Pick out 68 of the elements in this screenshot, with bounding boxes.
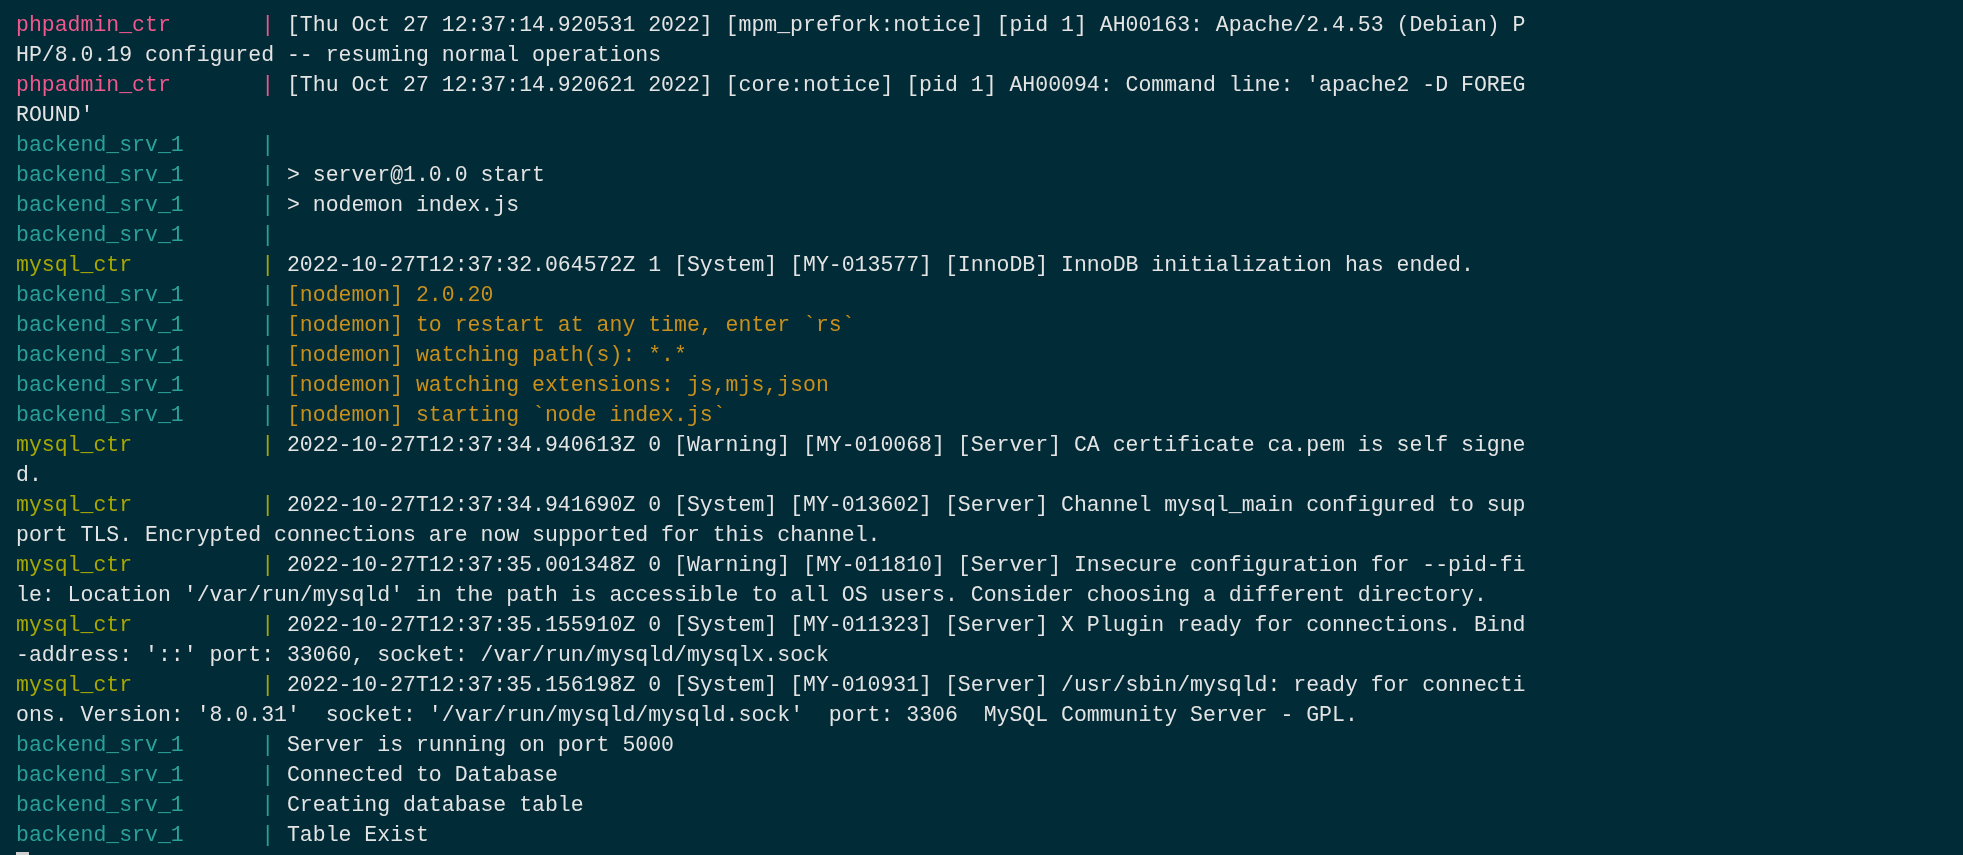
separator-glyph: | bbox=[261, 732, 276, 759]
separator-glyph: | bbox=[261, 432, 276, 459]
container-name: mysql_ctr bbox=[16, 432, 134, 459]
container-name: backend_srv_1 bbox=[16, 372, 185, 399]
log-message: 2022-10-27T12:37:32.064572Z 1 [System] [MY-013577] [InnoDB] InnoDB initialization has ended. bbox=[286, 252, 1474, 279]
separator-glyph: | bbox=[261, 222, 276, 249]
log-message-continuation: le: Location '/var/run/mysqld' in the path is accessible to all OS users. Consider choosing a different directory. bbox=[16, 582, 1488, 609]
container-name: backend_srv_1 bbox=[16, 282, 185, 309]
container-name: backend_srv_1 bbox=[16, 402, 185, 429]
container-name: mysql_ctr bbox=[16, 672, 134, 699]
separator-glyph: | bbox=[261, 552, 276, 579]
separator-glyph: | bbox=[261, 252, 276, 279]
container-name: backend_srv_1 bbox=[16, 222, 185, 249]
log-message-continuation: ons. Version: '8.0.31' socket: '/var/run/mysqld/mysqld.sock' port: 3306 MySQL Community Server - GPL. bbox=[16, 702, 1359, 729]
separator-glyph: | bbox=[261, 192, 276, 219]
log-message: 2022-10-27T12:37:35.155910Z 0 [System] [MY-011323] [Server] X Plugin ready for connections. Bind bbox=[286, 612, 1526, 639]
separator-glyph: | bbox=[261, 282, 276, 309]
log-message: [nodemon] to restart at any time, enter `rs` bbox=[286, 312, 855, 339]
container-name: backend_srv_1 bbox=[16, 192, 185, 219]
log-message-continuation: -address: '::' port: 33060, socket: /var/run/mysqld/mysqlx.sock bbox=[16, 642, 830, 669]
log-message: Table Exist bbox=[286, 822, 429, 849]
separator-glyph: | bbox=[261, 372, 276, 399]
container-name: backend_srv_1 bbox=[16, 132, 185, 159]
container-name: backend_srv_1 bbox=[16, 312, 185, 339]
log-message: [nodemon] 2.0.20 bbox=[286, 282, 494, 309]
log-message: [nodemon] watching extensions: js,mjs,json bbox=[286, 372, 829, 399]
container-name: backend_srv_1 bbox=[16, 732, 185, 759]
separator-glyph: | bbox=[261, 402, 276, 429]
container-name: mysql_ctr bbox=[16, 612, 134, 639]
log-message-continuation: HP/8.0.19 configured -- resuming normal operations bbox=[16, 42, 663, 69]
separator-glyph: | bbox=[261, 822, 276, 849]
container-name: mysql_ctr bbox=[16, 252, 134, 279]
log-message: 2022-10-27T12:37:34.941690Z 0 [System] [MY-013602] [Server] Channel mysql_main configured to sup bbox=[286, 492, 1526, 519]
separator-glyph: | bbox=[261, 492, 276, 519]
separator-glyph: | bbox=[261, 612, 276, 639]
separator-glyph: | bbox=[261, 342, 276, 369]
container-name: backend_srv_1 bbox=[16, 822, 185, 849]
separator-glyph: | bbox=[261, 672, 276, 699]
separator-glyph: | bbox=[261, 762, 276, 789]
log-message: [nodemon] starting `node index.js` bbox=[286, 402, 726, 429]
separator-glyph: | bbox=[261, 72, 276, 99]
log-message: 2022-10-27T12:37:34.940613Z 0 [Warning] [MY-010068] [Server] CA certificate ca.pem is self signe bbox=[286, 432, 1526, 459]
log-message-continuation: ROUND' bbox=[16, 102, 95, 129]
container-name: mysql_ctr bbox=[16, 552, 134, 579]
log-message-continuation: d. bbox=[16, 462, 43, 489]
log-message: Connected to Database bbox=[286, 762, 558, 789]
separator-glyph: | bbox=[261, 12, 276, 39]
container-name: backend_srv_1 bbox=[16, 342, 185, 369]
log-message: 2022-10-27T12:37:35.156198Z 0 [System] [MY-010931] [Server] /usr/sbin/mysqld: ready for connecti bbox=[286, 672, 1526, 699]
separator-glyph: | bbox=[261, 792, 276, 819]
log-message: > server@1.0.0 start bbox=[286, 162, 545, 189]
log-message-continuation: port TLS. Encrypted connections are now supported for this channel. bbox=[16, 522, 882, 549]
log-message: 2022-10-27T12:37:35.001348Z 0 [Warning] [MY-011810] [Server] Insecure configuration for --pid-fi bbox=[286, 552, 1526, 579]
separator-glyph: | bbox=[261, 162, 276, 189]
container-name: backend_srv_1 bbox=[16, 792, 185, 819]
container-name: backend_srv_1 bbox=[16, 762, 185, 789]
container-name: mysql_ctr bbox=[16, 492, 134, 519]
log-message: [Thu Oct 27 12:37:14.920531 2022] [mpm_prefork:notice] [pid 1] AH00163: Apache/2.4.53 (Debian) P bbox=[286, 12, 1526, 39]
log-message: Server is running on port 5000 bbox=[286, 732, 674, 759]
log-message: [nodemon] watching path(s): *.* bbox=[286, 342, 687, 369]
separator-glyph: | bbox=[261, 312, 276, 339]
log-message: [Thu Oct 27 12:37:14.920621 2022] [core:notice] [pid 1] AH00094: Command line: 'apache2 -D FOREG bbox=[286, 72, 1526, 99]
separator-glyph: | bbox=[261, 132, 276, 159]
container-name: phpadmin_ctr bbox=[16, 12, 172, 39]
log-message: > nodemon index.js bbox=[286, 192, 520, 219]
log-message: Creating database table bbox=[286, 792, 584, 819]
container-name: backend_srv_1 bbox=[16, 162, 185, 189]
container-name: phpadmin_ctr bbox=[16, 72, 172, 99]
